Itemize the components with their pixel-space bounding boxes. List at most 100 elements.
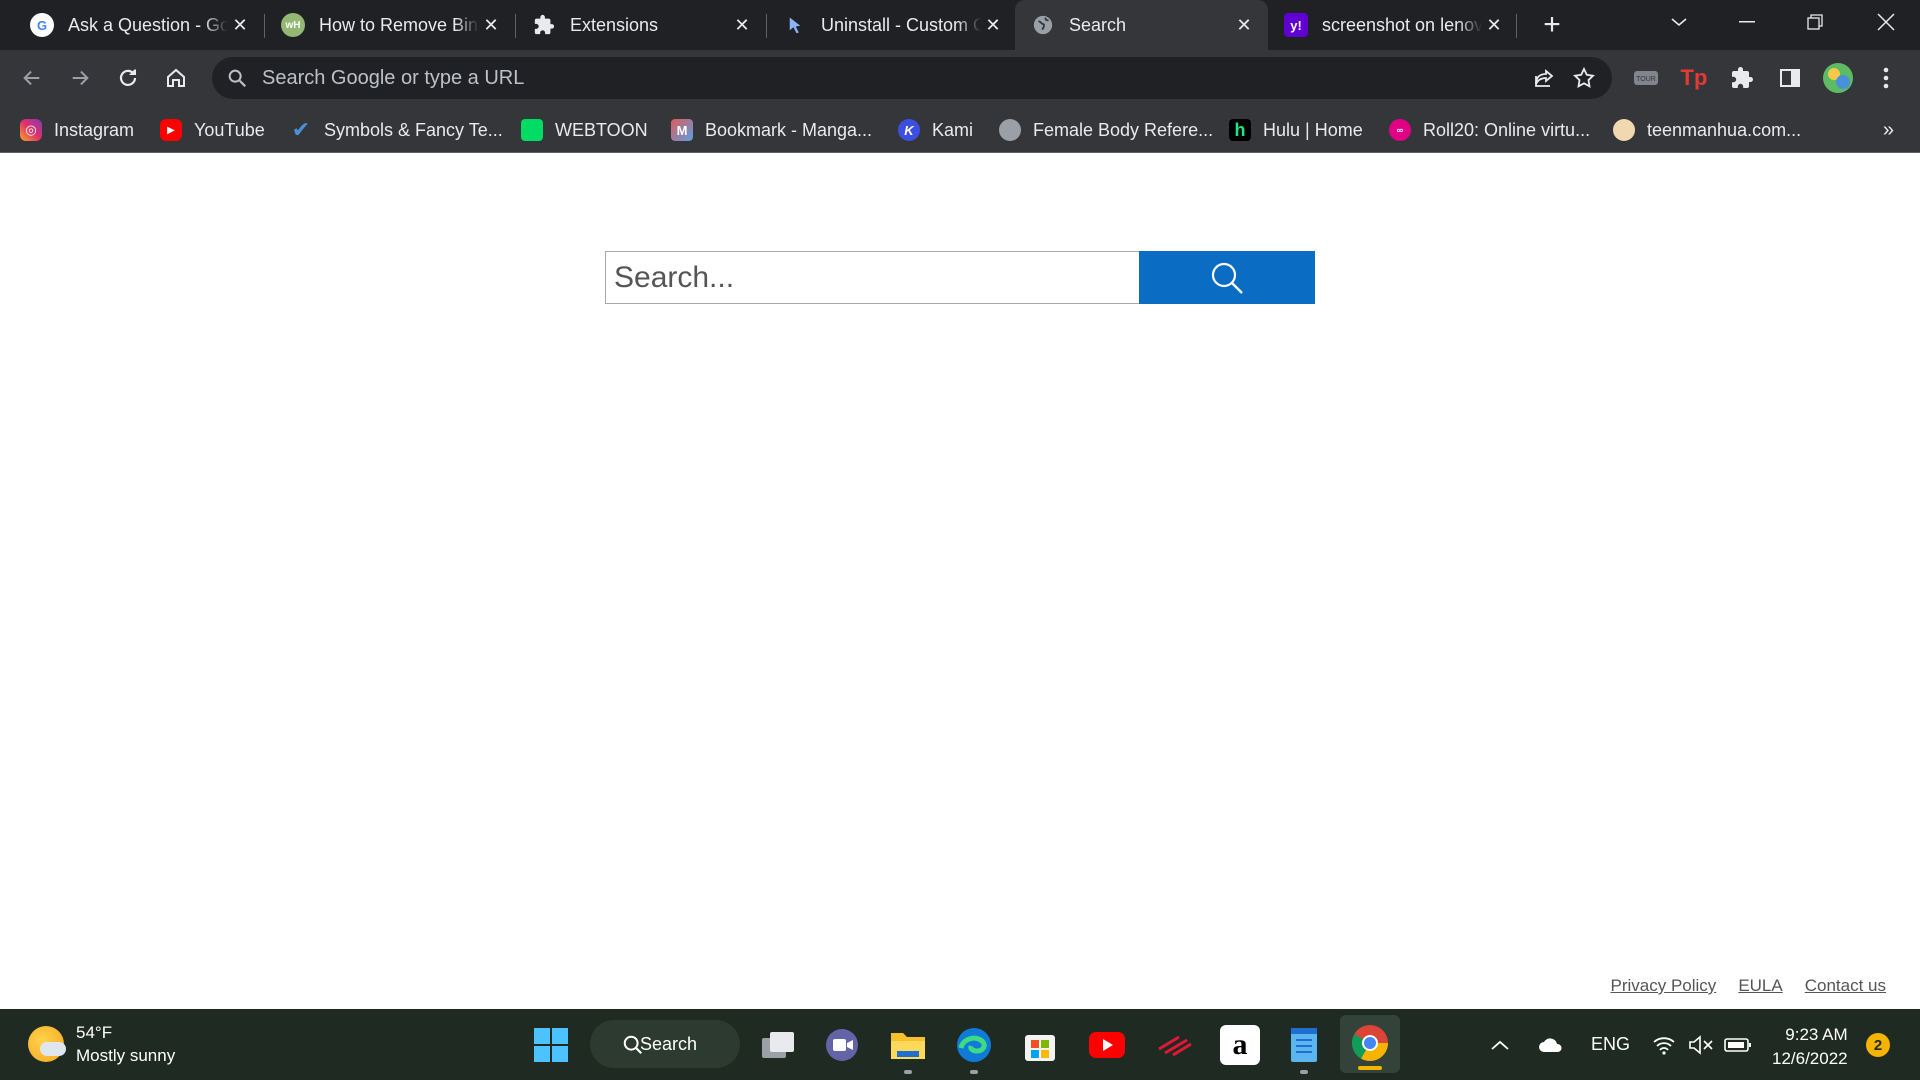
bookmark-label: WEBTOON: [555, 119, 648, 140]
tab-extensions[interactable]: Extensions ✕: [516, 0, 766, 50]
close-window-icon[interactable]: [1852, 0, 1920, 44]
bookmark-female-body-reference[interactable]: Female Body Refere...: [999, 115, 1213, 145]
youtube-app-icon[interactable]: [1087, 1025, 1127, 1065]
tab-title: Search: [1069, 14, 1127, 35]
bookmark-roll20[interactable]: ∞ Roll20: Online virtu...: [1389, 115, 1590, 145]
search-form: [605, 251, 1315, 304]
weather-temperature: 54°F: [76, 1023, 113, 1042]
roll20-icon: ∞: [1389, 119, 1411, 141]
menu-kebab-icon[interactable]: [1868, 60, 1904, 96]
clock-date: 12/6/2022: [1772, 1049, 1848, 1068]
file-explorer-icon[interactable]: [888, 1025, 928, 1074]
tab-how-to-remove-bing[interactable]: wH How to Remove Bing ✕: [265, 0, 515, 50]
edge-browser-icon[interactable]: [954, 1025, 994, 1074]
bookmark-manga[interactable]: M Bookmark - Manga...: [671, 115, 872, 145]
close-icon[interactable]: ✕: [730, 15, 754, 36]
bookmark-kami[interactable]: K Kami: [898, 115, 973, 145]
bookmark-symbols[interactable]: ✔ Symbols & Fancy Te...: [290, 115, 503, 145]
minimize-icon[interactable]: [1713, 0, 1781, 44]
bookmark-label: teenmanhua.com...: [1647, 119, 1802, 140]
cursor-icon: [783, 13, 807, 37]
system-clock[interactable]: 9:23 AM 12/6/2022: [1772, 1023, 1848, 1071]
side-panel-icon[interactable]: [1772, 60, 1808, 96]
bookmark-label: Hulu | Home: [1263, 119, 1363, 140]
checkmark-icon: ✔: [291, 117, 311, 142]
notepad-icon[interactable]: [1284, 1025, 1324, 1074]
more-bookmarks-chevron-icon[interactable]: »: [1883, 119, 1894, 142]
restore-icon[interactable]: [1781, 0, 1849, 44]
search-icon: [623, 1035, 643, 1055]
windows-start-icon[interactable]: [531, 1025, 571, 1065]
notification-badge[interactable]: 2: [1866, 1033, 1890, 1057]
svg-text:TOUR: TOUR: [1636, 76, 1656, 83]
wikihow-icon: wH: [281, 13, 305, 37]
search-icon: [228, 69, 247, 88]
close-icon[interactable]: ✕: [1482, 15, 1506, 36]
close-icon[interactable]: ✕: [981, 15, 1005, 36]
bank-of-america-icon[interactable]: [1155, 1025, 1195, 1065]
taskbar-search-button[interactable]: Search: [590, 1020, 740, 1068]
hulu-icon: h: [1229, 119, 1251, 141]
home-icon[interactable]: [158, 60, 194, 96]
tab-title: screenshot on lenovo: [1322, 14, 1482, 35]
google-icon: G: [30, 13, 54, 37]
language-indicator[interactable]: ENG: [1591, 1009, 1630, 1080]
volume-muted-icon[interactable]: [1688, 1009, 1714, 1080]
show-hidden-icons-chevron-icon[interactable]: [1490, 1009, 1510, 1080]
manga-icon: M: [671, 119, 693, 141]
tab-search-active[interactable]: Search ✕: [1015, 0, 1268, 50]
address-bar-placeholder: Search Google or type a URL: [262, 66, 525, 89]
tab-strip: G Ask a Question - Go ✕ wH How to Remove…: [0, 0, 1920, 50]
bookmark-teenmanhua[interactable]: teenmanhua.com...: [1613, 115, 1801, 145]
privacy-policy-link[interactable]: Privacy Policy: [1611, 976, 1717, 996]
close-icon[interactable]: ✕: [228, 15, 252, 36]
bookmark-hulu[interactable]: h Hulu | Home: [1229, 115, 1363, 145]
chrome-taskbar-button[interactable]: [1340, 1015, 1400, 1073]
footer-links: Privacy Policy EULA Contact us: [1611, 976, 1887, 996]
tab-ask-a-question[interactable]: G Ask a Question - Go ✕: [14, 0, 264, 50]
task-view-icon[interactable]: [758, 1025, 798, 1065]
profile-avatar[interactable]: [1820, 60, 1856, 96]
close-icon[interactable]: ✕: [479, 15, 503, 36]
browser-toolbar: Search Google or type a URL TOUR Tp: [0, 50, 1920, 105]
puzzle-icon: [532, 13, 556, 37]
amazon-icon[interactable]: a: [1220, 1025, 1260, 1065]
extension-tour-icon[interactable]: TOUR: [1628, 60, 1664, 96]
bookmarks-bar: ◎ Instagram ▶ YouTube ✔ Symbols & Fancy …: [0, 105, 1920, 153]
back-icon[interactable]: [14, 60, 50, 96]
microsoft-store-icon[interactable]: [1020, 1025, 1060, 1065]
share-icon[interactable]: [1524, 66, 1564, 90]
wifi-icon[interactable]: [1652, 1009, 1676, 1080]
close-icon[interactable]: ✕: [1232, 15, 1256, 36]
extensions-puzzle-icon[interactable]: [1724, 60, 1760, 96]
bookmark-label: Roll20: Online virtu...: [1423, 119, 1591, 140]
contact-us-link[interactable]: Contact us: [1805, 976, 1886, 996]
web-page: Privacy Policy EULA Contact us: [0, 154, 1920, 1009]
bookmark-label: Female Body Refere...: [1033, 119, 1214, 140]
onedrive-cloud-icon[interactable]: [1538, 1009, 1564, 1080]
tab-title: Ask a Question - Go: [68, 14, 228, 35]
search-input[interactable]: [605, 251, 1139, 304]
forward-icon[interactable]: [62, 60, 98, 96]
tab-title: Extensions: [570, 14, 659, 35]
extension-tp-icon[interactable]: Tp: [1676, 60, 1712, 96]
address-bar[interactable]: Search Google or type a URL: [212, 57, 1612, 99]
bookmark-label: Kami: [932, 119, 974, 140]
tab-search-dropdown-icon[interactable]: [1645, 0, 1713, 44]
bookmark-instagram[interactable]: ◎ Instagram: [20, 115, 134, 145]
taskbar-search-label: Search: [640, 1033, 698, 1054]
bookmark-label: Instagram: [54, 119, 135, 140]
teams-chat-icon[interactable]: [822, 1025, 862, 1065]
new-tab-button[interactable]: +: [1535, 8, 1569, 42]
weather-widget[interactable]: 54°F Mostly sunny: [28, 1021, 175, 1067]
search-button[interactable]: [1139, 251, 1315, 304]
bookmark-webtoon[interactable]: WEBTOON: [521, 115, 648, 145]
tab-uninstall-custom-cursor[interactable]: Uninstall - Custom Cursor ✕: [767, 0, 1017, 50]
battery-icon[interactable]: [1724, 1009, 1752, 1080]
clock-time: 9:23 AM: [1785, 1025, 1848, 1044]
reload-icon[interactable]: [110, 60, 146, 96]
eula-link[interactable]: EULA: [1738, 976, 1782, 996]
star-icon[interactable]: [1564, 66, 1604, 90]
bookmark-youtube[interactable]: ▶ YouTube: [160, 115, 265, 145]
tab-screenshot-on-lenovo[interactable]: y! screenshot on lenovo ✕: [1268, 0, 1518, 50]
